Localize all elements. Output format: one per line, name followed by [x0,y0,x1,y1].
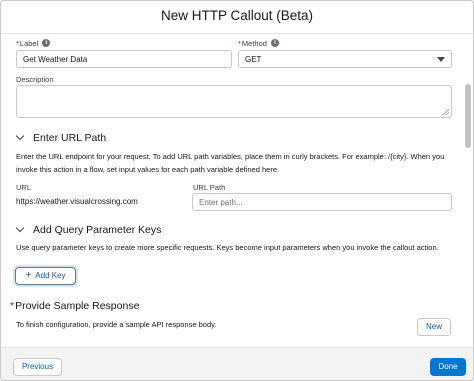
url-section-title: Enter URL Path [33,132,107,144]
plus-icon: + [25,270,32,281]
new-sample-button[interactable]: New [417,318,451,336]
url-path-label: URL Path [193,183,226,192]
query-section-header[interactable]: Add Query Parameter Keys [15,223,162,236]
scrollbar-thumb[interactable] [465,84,471,148]
modal-header: New HTTP Callout (Beta) [1,1,473,34]
query-section-help: Use query parameter keys to create more … [16,243,439,252]
required-marker: * [238,39,241,48]
http-callout-modal: New HTTP Callout (Beta) *Label i Get Weat… [0,0,474,381]
sample-section-header: *Provide Sample Response [10,300,139,312]
sample-section-title: Provide Sample Response [15,300,140,312]
modal-footer: Previous Done [1,347,473,380]
url-path-input[interactable]: Enter path... [192,193,452,211]
method-select-value: GET [245,55,262,64]
chevron-down-icon [15,223,25,233]
label-input[interactable]: Get Weather Data [16,50,232,68]
url-value: https://weather.visualcrossing.com [16,197,138,206]
modal-body: *Label i Get Weather Data *Method i GET De… [1,34,463,347]
resize-grip-icon[interactable] [443,109,449,115]
done-button[interactable]: Done [430,358,466,376]
previous-button[interactable]: Previous [13,358,62,376]
required-marker: * [16,39,19,48]
url-section-help: Enter the URL endpoint for your request.… [16,152,445,174]
query-section-title: Add Query Parameter Keys [33,224,162,236]
chevron-down-icon [437,57,445,62]
add-key-label: Add Key [35,271,66,280]
method-select[interactable]: GET [238,50,452,68]
info-icon[interactable]: i [270,39,279,48]
scrollbar[interactable] [463,34,473,347]
method-field-label: *Method i [238,39,279,48]
description-textarea[interactable] [16,85,452,118]
url-section-header[interactable]: Enter URL Path [15,131,107,144]
required-marker: * [10,300,15,312]
add-key-button[interactable]: + Add Key [15,267,76,285]
url-label: URL [16,183,32,192]
modal-title: New HTTP Callout (Beta) [160,8,314,23]
sample-section-help: To finish configuration, provide a sampl… [16,320,217,329]
label-field-label: *Label i [16,39,51,48]
info-icon[interactable]: i [42,39,51,48]
description-field-label: Description [16,75,54,84]
chevron-down-icon [15,131,25,141]
